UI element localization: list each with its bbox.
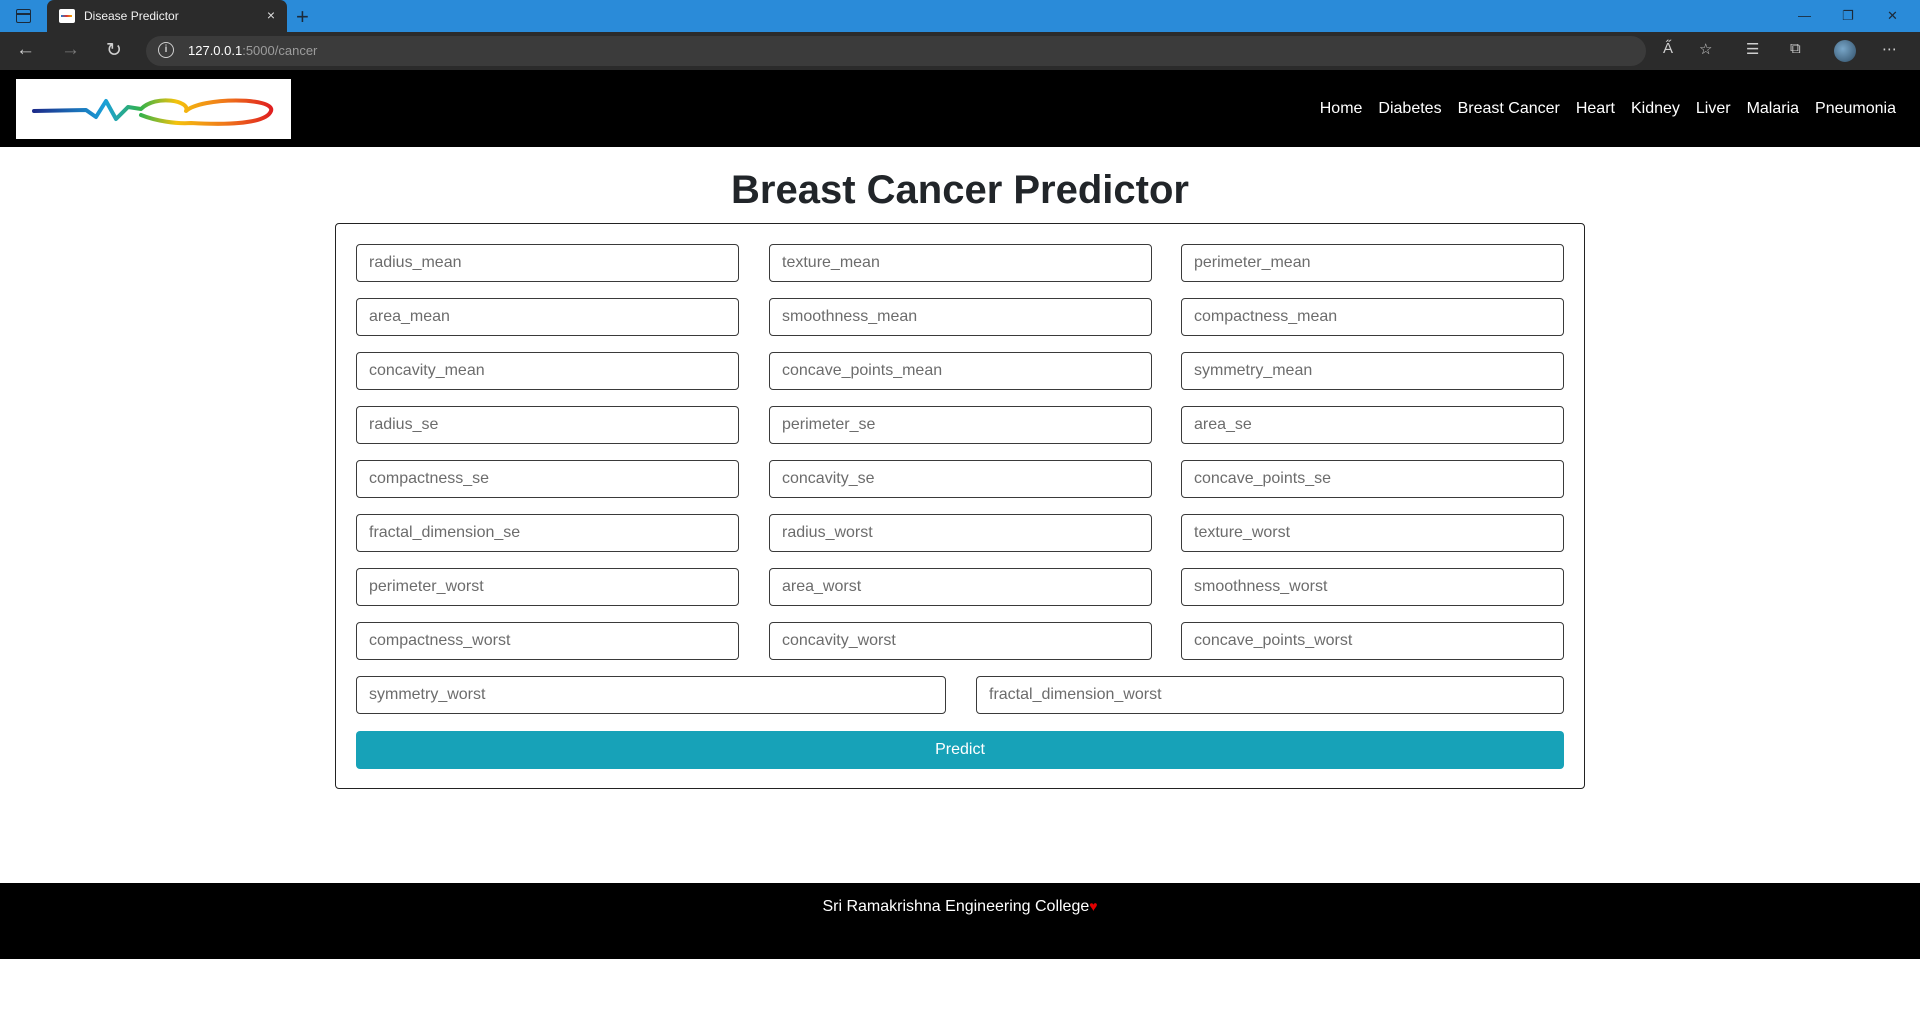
browser-tab[interactable]: Disease Predictor ×: [47, 0, 287, 32]
prediction-form: Predict: [335, 223, 1585, 789]
input-concave-points-mean[interactable]: [769, 352, 1152, 390]
nav-links: Home Diabetes Breast Cancer Heart Kidney…: [1304, 100, 1896, 118]
input-area-mean[interactable]: [356, 298, 739, 336]
predict-button[interactable]: Predict: [356, 731, 1564, 769]
input-perimeter-worst[interactable]: [356, 568, 739, 606]
read-aloud-icon[interactable]: A̋: [1663, 40, 1673, 57]
input-radius-mean[interactable]: [356, 244, 739, 282]
input-fractal-dimension-worst[interactable]: [976, 676, 1564, 714]
site-navbar: Home Diabetes Breast Cancer Heart Kidney…: [0, 70, 1920, 147]
input-concavity-worst[interactable]: [769, 622, 1152, 660]
input-symmetry-worst[interactable]: [356, 676, 946, 714]
input-concave-points-se[interactable]: [1181, 460, 1564, 498]
input-radius-worst[interactable]: [769, 514, 1152, 552]
collections-icon[interactable]: ⧉: [1790, 40, 1801, 57]
input-smoothness-worst[interactable]: [1181, 568, 1564, 606]
input-compactness-se[interactable]: [356, 460, 739, 498]
site-logo[interactable]: [16, 79, 291, 139]
nav-breast-cancer[interactable]: Breast Cancer: [1458, 100, 1560, 118]
input-radius-se[interactable]: [356, 406, 739, 444]
input-symmetry-mean[interactable]: [1181, 352, 1564, 390]
nav-pneumonia[interactable]: Pneumonia: [1815, 100, 1896, 118]
page-bottom: [0, 959, 1920, 1033]
nav-kidney[interactable]: Kidney: [1631, 100, 1680, 118]
profile-avatar[interactable]: [1834, 40, 1856, 62]
input-perimeter-se[interactable]: [769, 406, 1152, 444]
tab-actions-icon[interactable]: [16, 9, 31, 23]
input-texture-worst[interactable]: [1181, 514, 1564, 552]
more-menu-icon[interactable]: ⋯: [1882, 40, 1897, 58]
nav-malaria[interactable]: Malaria: [1747, 100, 1799, 118]
add-favorite-icon[interactable]: ☆: [1699, 40, 1712, 58]
page-title: Breast Cancer Predictor: [731, 168, 1189, 212]
input-compactness-worst[interactable]: [356, 622, 739, 660]
tab-close-icon[interactable]: ×: [267, 7, 275, 23]
back-icon[interactable]: ←: [16, 39, 35, 61]
nav-diabetes[interactable]: Diabetes: [1378, 100, 1441, 118]
nav-liver[interactable]: Liver: [1696, 100, 1731, 118]
input-concavity-se[interactable]: [769, 460, 1152, 498]
nav-home[interactable]: Home: [1320, 100, 1363, 118]
favorites-icon[interactable]: ☰: [1746, 40, 1759, 58]
refresh-icon[interactable]: ↻: [106, 39, 122, 62]
url-text[interactable]: 127.0.0.1:5000/cancer: [188, 43, 317, 58]
input-fractal-dimension-se[interactable]: [356, 514, 739, 552]
input-concavity-mean[interactable]: [356, 352, 739, 390]
restore-button[interactable]: ❐: [1842, 8, 1854, 24]
favicon-icon: [59, 9, 75, 23]
heartbeat-logo-icon: [32, 98, 273, 126]
address-bar[interactable]: i 127.0.0.1:5000/cancer: [146, 36, 1646, 66]
input-area-worst[interactable]: [769, 568, 1152, 606]
browser-toolbar: ← → ↻ i 127.0.0.1:5000/cancer A̋ ☆ ☰ ⧉ ⋯: [0, 32, 1920, 70]
input-smoothness-mean[interactable]: [769, 298, 1152, 336]
minimize-button[interactable]: —: [1798, 8, 1811, 23]
input-area-se[interactable]: [1181, 406, 1564, 444]
site-footer: Sri Ramakrishna Engineering College♥: [0, 883, 1920, 959]
input-perimeter-mean[interactable]: [1181, 244, 1564, 282]
input-concave-points-worst[interactable]: [1181, 622, 1564, 660]
forward-icon[interactable]: →: [61, 39, 80, 61]
close-window-button[interactable]: ✕: [1887, 8, 1898, 24]
nav-heart[interactable]: Heart: [1576, 100, 1615, 118]
input-texture-mean[interactable]: [769, 244, 1152, 282]
site-info-icon[interactable]: i: [158, 42, 174, 58]
heart-icon: ♥: [1089, 898, 1098, 914]
footer-text: Sri Ramakrishna Engineering College: [822, 898, 1090, 915]
tab-title: Disease Predictor: [84, 9, 179, 23]
new-tab-button[interactable]: +: [296, 4, 309, 30]
input-compactness-mean[interactable]: [1181, 298, 1564, 336]
browser-titlebar: Disease Predictor × + — ❐ ✕: [0, 0, 1920, 32]
